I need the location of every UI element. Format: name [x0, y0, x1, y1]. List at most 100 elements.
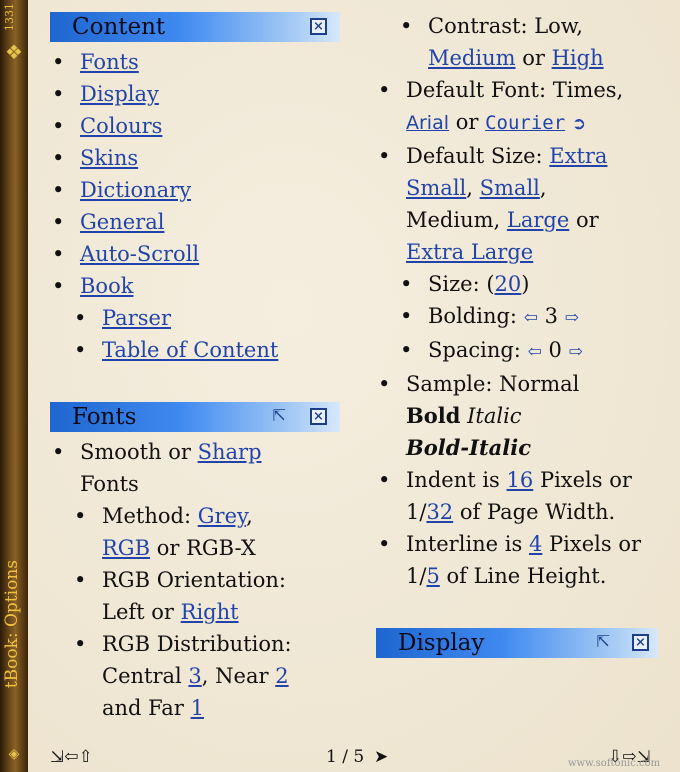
display-panel-header: Display ⇱ ×: [376, 628, 658, 658]
link-courier[interactable]: Courier: [485, 112, 565, 134]
list-item: Indent is 16 Pixels or 1/32 of Page Widt…: [376, 464, 656, 528]
pin-icon[interactable]: ⇱: [596, 633, 610, 651]
medium-size-text: Medium,: [406, 208, 501, 232]
list-item: Method: Grey, RGB or RGB-X: [50, 500, 340, 564]
next-page-icon[interactable]: ➤: [374, 747, 388, 767]
link-auto-scroll[interactable]: Auto-Scroll: [80, 242, 199, 266]
sample-bold: Bold: [406, 403, 461, 428]
display-panel-title: Display: [398, 630, 485, 656]
distribution-label: RGB Distribution:: [102, 632, 292, 656]
method-label: Method:: [102, 504, 192, 528]
link-colours[interactable]: Colours: [80, 114, 162, 138]
link-sharp[interactable]: Sharp: [198, 440, 262, 464]
decrease-arrow-icon[interactable]: ⇦: [524, 308, 538, 328]
sample-italic: Italic: [467, 404, 522, 428]
list-item[interactable]: Auto-Scroll: [50, 238, 340, 270]
list-item: Size: (20): [376, 268, 656, 300]
bolding-label: Bolding:: [428, 304, 517, 328]
list-item[interactable]: Parser: [50, 302, 340, 334]
link-large[interactable]: Large: [507, 208, 569, 232]
smooth-text: Smooth or: [80, 440, 191, 464]
link-arial[interactable]: Arial: [406, 112, 449, 134]
increase-arrow-icon[interactable]: ⇨: [565, 308, 579, 328]
spacing-label: Spacing:: [428, 338, 521, 362]
link-rgb[interactable]: RGB: [102, 536, 150, 560]
link-display[interactable]: Display: [80, 82, 159, 106]
list-item: Spacing: ⇦ 0 ⇨: [376, 334, 656, 368]
link-right[interactable]: Right: [181, 600, 239, 624]
or-text: or: [522, 46, 545, 70]
ornament-icon: ❖: [5, 40, 23, 64]
link-medium[interactable]: Medium: [428, 46, 516, 70]
link-skins[interactable]: Skins: [80, 146, 138, 170]
link-small[interactable]: Small: [480, 176, 540, 200]
link-indent-fraction[interactable]: 32: [426, 500, 453, 524]
link-dictionary[interactable]: Dictionary: [80, 178, 191, 202]
close-icon[interactable]: ×: [310, 18, 327, 35]
orientation-label: RGB Orientation:: [102, 568, 286, 592]
list-item[interactable]: Colours: [50, 110, 340, 142]
indent-label: Indent is: [406, 468, 500, 492]
list-item: Contrast: Low, Medium or High: [376, 10, 656, 74]
fonts-panel-header: Fonts ⇱ ×: [50, 402, 340, 432]
fonts-list: Smooth or Sharp Fonts Method: Grey, RGB …: [50, 436, 340, 724]
near-text: Near: [215, 664, 269, 688]
list-item[interactable]: Book: [50, 270, 340, 302]
link-general[interactable]: General: [80, 210, 164, 234]
left-or-text: Left or: [102, 600, 174, 624]
rgbx-text: or RGB-X: [156, 536, 256, 560]
list-item[interactable]: Table of Content: [50, 334, 340, 366]
list-item[interactable]: Display: [50, 78, 340, 110]
default-font-label: Default Font: Times,: [406, 78, 624, 102]
list-item[interactable]: General: [50, 206, 340, 238]
next-arrow-icon[interactable]: ➲: [572, 114, 586, 134]
footer-bar: ⇲⇦⇧ 1 / 5 ➤ ⇩⇨⇲ www.softonic.com: [28, 744, 680, 772]
sample-label: Sample: Normal: [406, 372, 580, 396]
indent-post: of Page Width.: [459, 500, 616, 524]
or-text: or: [455, 110, 479, 134]
link-fonts[interactable]: Fonts: [80, 50, 139, 74]
link-indent-value[interactable]: 16: [507, 468, 534, 492]
link-table-of-content[interactable]: Table of Content: [102, 338, 278, 362]
spine-title: tBook: Options: [2, 560, 22, 689]
link-high[interactable]: High: [552, 46, 604, 70]
decrease-arrow-icon[interactable]: ⇦: [528, 342, 542, 362]
spine-number: 1331: [3, 3, 16, 31]
link-size-value[interactable]: 20: [495, 272, 522, 296]
fonts-text: Fonts: [80, 472, 139, 496]
list-item[interactable]: Fonts: [50, 46, 340, 78]
size-label: Size: (: [428, 272, 495, 296]
link-near-value[interactable]: 2: [275, 664, 288, 688]
display-options-list: Contrast: Low, Medium or High Default Fo…: [376, 10, 656, 592]
interline-label: Interline is: [406, 532, 523, 556]
content-list: Fonts Display Colours Skins Dictionary G…: [50, 46, 340, 366]
link-central-value[interactable]: 3: [188, 664, 201, 688]
list-item: Smooth or Sharp Fonts: [50, 436, 340, 500]
list-item[interactable]: Skins: [50, 142, 340, 174]
book-spine: 1331 ❖ tBook: Options ◈: [0, 0, 28, 772]
page-indicator: 1 / 5: [326, 747, 365, 767]
link-grey[interactable]: Grey: [198, 504, 246, 528]
close-icon[interactable]: ×: [632, 634, 649, 651]
link-extra-large[interactable]: Extra Large: [406, 240, 533, 264]
list-item: Sample: Normal Bold Italic Bold-Italic: [376, 368, 656, 464]
link-parser[interactable]: Parser: [102, 306, 171, 330]
link-interline-fraction[interactable]: 5: [426, 564, 439, 588]
footer-nav-icons-left[interactable]: ⇲⇦⇧: [50, 747, 93, 767]
close-icon[interactable]: ×: [310, 408, 327, 425]
menu-diamond-icon[interactable]: ◈: [2, 742, 26, 766]
content-panel-header: Content ×: [50, 12, 340, 42]
link-interline-value[interactable]: 4: [529, 532, 542, 556]
pin-icon[interactable]: ⇱: [272, 407, 286, 425]
watermark: www.softonic.com: [568, 758, 661, 769]
link-book[interactable]: Book: [80, 274, 133, 298]
link-far-value[interactable]: 1: [191, 696, 204, 720]
left-column: Content × Fonts Display Colours Skins Di…: [50, 12, 340, 724]
list-item: RGB Distribution: Central 3, Near 2 and …: [50, 628, 340, 724]
fonts-panel-title: Fonts: [72, 404, 137, 430]
central-text: Central: [102, 664, 182, 688]
bolding-value: 3: [544, 304, 558, 328]
increase-arrow-icon[interactable]: ⇨: [569, 342, 583, 362]
list-item[interactable]: Dictionary: [50, 174, 340, 206]
content-panel-title: Content: [72, 14, 166, 40]
